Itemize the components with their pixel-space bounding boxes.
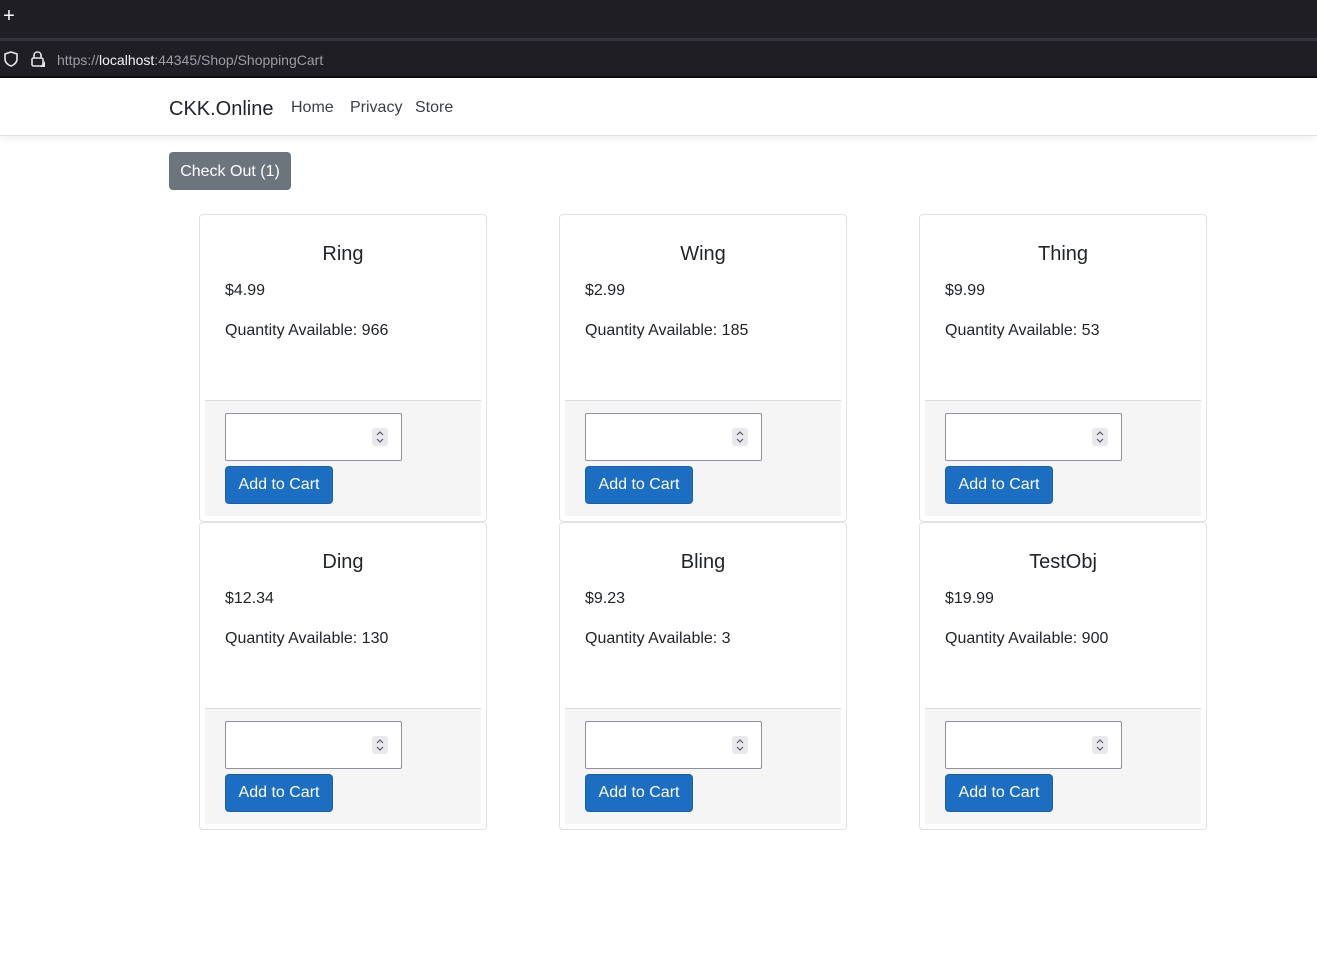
add-to-cart-button[interactable]: Add to Cart bbox=[225, 774, 333, 812]
spinner-icon[interactable] bbox=[732, 736, 748, 754]
add-to-cart-button[interactable]: Add to Cart bbox=[945, 466, 1053, 504]
product-price: $9.99 bbox=[945, 282, 986, 299]
product-name: Ring bbox=[322, 243, 364, 265]
product-name: Bling bbox=[680, 551, 726, 573]
product-price: $2.99 bbox=[585, 282, 626, 299]
quantity-input[interactable] bbox=[225, 413, 402, 461]
url-path: :44345/Shop/ShoppingCart bbox=[154, 52, 324, 68]
card-footer: Add to Cart bbox=[925, 400, 1201, 516]
product-card-ding: Ding $12.34 Quantity Available: 130 Add … bbox=[199, 522, 487, 830]
product-name: Ding bbox=[322, 551, 364, 573]
product-quantity: Quantity Available: 966 bbox=[225, 322, 389, 339]
add-to-cart-button[interactable]: Add to Cart bbox=[585, 466, 693, 504]
nav-link-home[interactable]: Home bbox=[291, 98, 334, 118]
quantity-input[interactable] bbox=[945, 721, 1122, 769]
product-quantity: Quantity Available: 3 bbox=[585, 630, 731, 647]
checkout-button[interactable]: Check Out (1) bbox=[169, 152, 291, 190]
spinner-icon[interactable] bbox=[372, 736, 388, 754]
quantity-input[interactable] bbox=[585, 413, 762, 461]
card-footer: Add to Cart bbox=[205, 708, 481, 824]
product-card-testobj: TestObj $19.99 Quantity Available: 900 A… bbox=[919, 522, 1207, 830]
nav-link-store[interactable]: Store bbox=[415, 98, 453, 118]
add-to-cart-button[interactable]: Add to Cart bbox=[585, 774, 693, 812]
spinner-icon[interactable] bbox=[732, 428, 748, 446]
url-host: localhost bbox=[99, 52, 155, 68]
card-footer: Add to Cart bbox=[565, 708, 841, 824]
quantity-input[interactable] bbox=[225, 721, 402, 769]
add-to-cart-button[interactable]: Add to Cart bbox=[225, 466, 333, 504]
product-card-ring: Ring $4.99 Quantity Available: 966 Add t… bbox=[199, 214, 487, 522]
card-footer: Add to Cart bbox=[925, 708, 1201, 824]
add-to-cart-button[interactable]: Add to Cart bbox=[945, 774, 1053, 812]
nav-link-privacy[interactable]: Privacy bbox=[350, 98, 402, 118]
brand-link[interactable]: CKK.Online bbox=[169, 97, 274, 121]
product-price: $4.99 bbox=[225, 282, 266, 299]
product-price: $9.23 bbox=[585, 590, 626, 607]
product-quantity: Quantity Available: 130 bbox=[225, 630, 389, 647]
spinner-icon[interactable] bbox=[372, 428, 388, 446]
spinner-icon[interactable] bbox=[1092, 428, 1108, 446]
product-quantity: Quantity Available: 53 bbox=[945, 322, 1100, 339]
new-tab-plus-icon[interactable]: + bbox=[1, 6, 17, 28]
product-name: Thing bbox=[1037, 243, 1089, 265]
product-quantity: Quantity Available: 900 bbox=[945, 630, 1109, 647]
browser-tab-strip: + bbox=[0, 0, 1317, 38]
product-price: $19.99 bbox=[945, 590, 994, 607]
product-card-bling: Bling $9.23 Quantity Available: 3 Add to… bbox=[559, 522, 847, 830]
product-card-wing: Wing $2.99 Quantity Available: 185 Add t… bbox=[559, 214, 847, 522]
spinner-icon[interactable] bbox=[1092, 736, 1108, 754]
card-footer: Add to Cart bbox=[205, 400, 481, 516]
shield-icon[interactable] bbox=[4, 51, 18, 67]
quantity-input[interactable] bbox=[585, 721, 762, 769]
product-price: $12.34 bbox=[225, 590, 274, 607]
card-footer: Add to Cart bbox=[565, 400, 841, 516]
product-name: Wing bbox=[680, 243, 726, 265]
product-name: TestObj bbox=[1029, 551, 1097, 573]
product-card-thing: Thing $9.99 Quantity Available: 53 Add t… bbox=[919, 214, 1207, 522]
browser-toolbar: https://localhost:44345/Shop/ShoppingCar… bbox=[0, 41, 1317, 77]
address-bar[interactable]: https://localhost:44345/Shop/ShoppingCar… bbox=[57, 51, 323, 69]
navbar: CKK.Online Home Privacy Store bbox=[0, 78, 1317, 136]
lock-icon[interactable] bbox=[30, 50, 46, 68]
product-quantity: Quantity Available: 185 bbox=[585, 322, 749, 339]
url-scheme: https:// bbox=[57, 52, 100, 68]
quantity-input[interactable] bbox=[945, 413, 1122, 461]
